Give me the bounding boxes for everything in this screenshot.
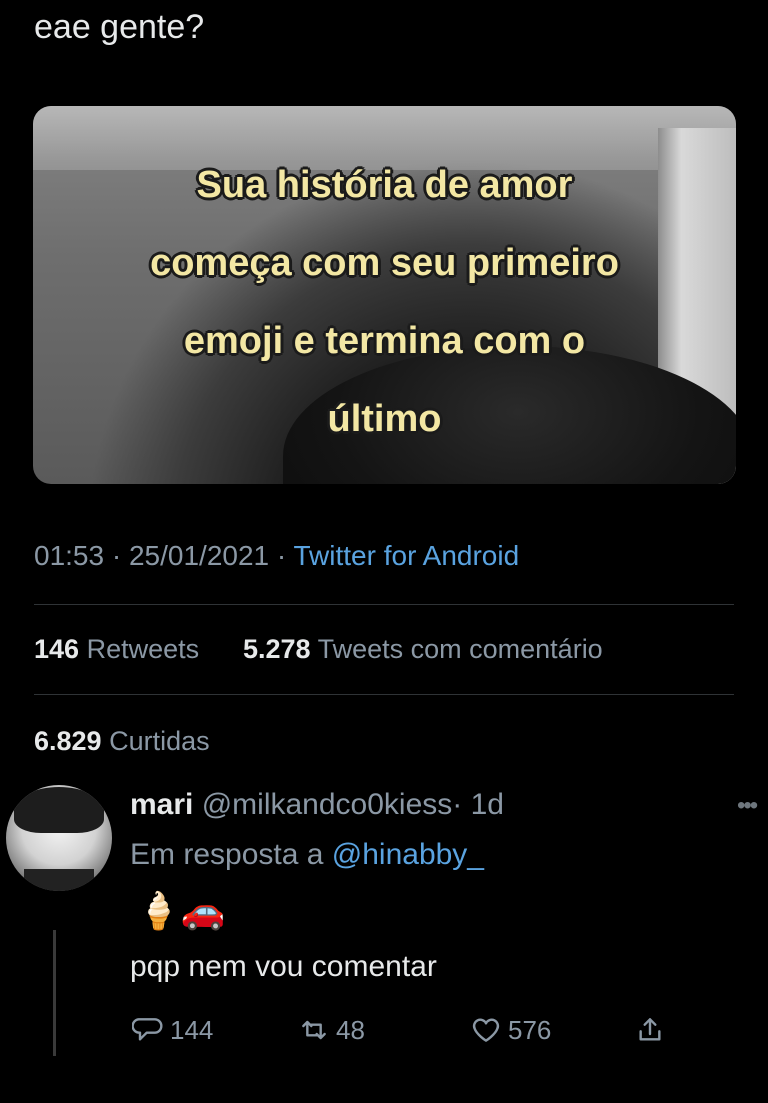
likes-stat[interactable]: 6.829 Curtidas	[34, 726, 210, 757]
like-button[interactable]: 576	[470, 1014, 551, 1046]
caption-line-1: Sua história de amor	[196, 164, 573, 206]
image-caption: Sua história de amor começa com seu prim…	[33, 146, 736, 458]
like-icon	[472, 1018, 500, 1042]
reply-count: 144	[170, 1014, 214, 1045]
tweet-meta: 01:53 · 25/01/2021 · Twitter for Android	[34, 540, 519, 572]
share-button[interactable]	[634, 1014, 666, 1046]
avatar-shirt	[24, 869, 94, 891]
tweet-source-link[interactable]: Twitter for Android	[294, 540, 520, 571]
in-reply-mention-link[interactable]: @hinabby_	[332, 838, 484, 871]
reply-header: mari @milkandco0kiess· 1d	[130, 788, 504, 822]
retweet-button[interactable]: 48	[298, 1014, 365, 1046]
caption-line-4: último	[327, 398, 442, 440]
retweets-label: Retweets	[86, 634, 200, 664]
caption-line-2: começa com seu primeiro	[150, 242, 619, 284]
like-count: 576	[508, 1014, 552, 1045]
in-reply-prefix: Em resposta a	[130, 838, 324, 871]
share-icon	[639, 1018, 661, 1041]
likes-count: 6.829	[34, 726, 102, 756]
retweet-icon	[302, 1020, 326, 1040]
reply-emojis: 🍦🚗	[136, 890, 226, 931]
meta-separator: ·	[111, 540, 122, 571]
quote-tweets-stat[interactable]: 5.278 Tweets com comentário	[243, 634, 603, 665]
retweet-count: 48	[336, 1014, 365, 1045]
reply-button[interactable]: 144	[132, 1014, 213, 1046]
reply-author-name[interactable]: mari	[130, 788, 193, 821]
tweet-image[interactable]: Sua história de amor começa com seu prim…	[33, 106, 736, 484]
tweet-date: 25/01/2021	[128, 540, 270, 571]
quote-label: Tweets com comentário	[317, 634, 603, 664]
avatar-hair	[14, 787, 104, 833]
reply-icon	[132, 1018, 163, 1041]
likes-label: Curtidas	[109, 726, 210, 756]
reply-text: pqp nem vou comentar	[130, 950, 437, 983]
tweet-time: 01:53	[34, 540, 105, 571]
quote-count: 5.278	[243, 634, 311, 664]
tweet-text: eae gente?	[34, 8, 205, 46]
retweets-stat[interactable]: 146 Retweets	[34, 634, 199, 665]
divider	[34, 694, 734, 695]
reply-age: · 1d	[452, 788, 504, 821]
meta-separator-2: ·	[276, 540, 287, 571]
reply-author-handle[interactable]: @milkandco0kiess	[202, 788, 453, 821]
retweets-count: 146	[34, 634, 80, 664]
in-reply-to: Em resposta a @hinabby_	[130, 838, 484, 872]
divider	[34, 604, 734, 605]
thread-line	[53, 930, 56, 1056]
caption-line-3: emoji e termina com o	[183, 320, 586, 362]
more-icon[interactable]: •••	[737, 792, 758, 820]
avatar[interactable]	[6, 785, 112, 891]
